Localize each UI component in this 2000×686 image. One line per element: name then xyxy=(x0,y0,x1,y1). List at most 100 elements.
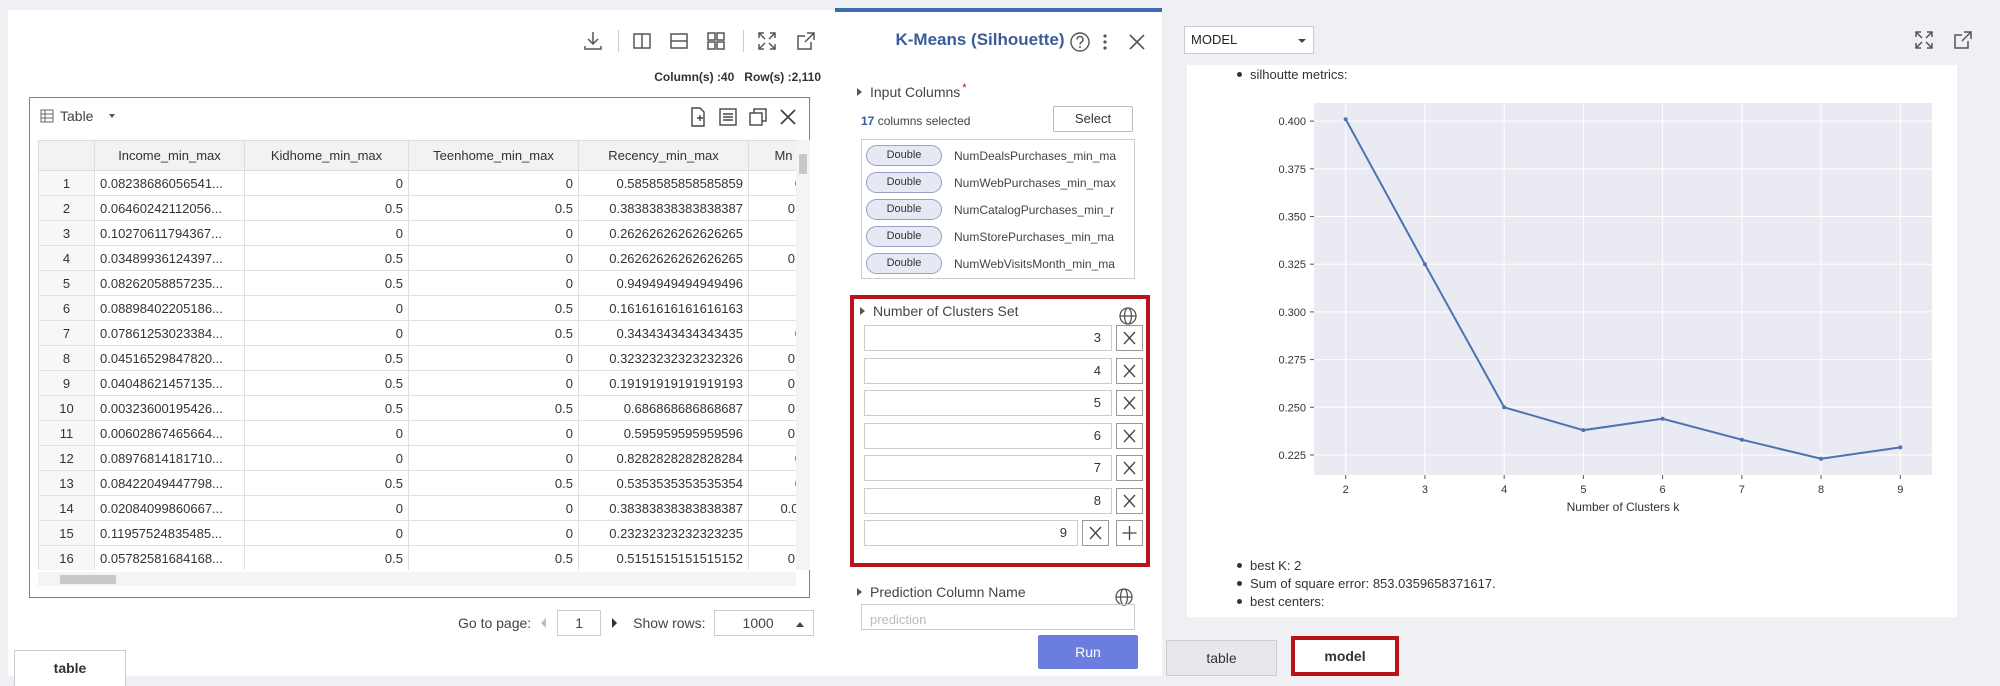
table-cell: 0 xyxy=(408,220,579,246)
select-columns-button[interactable]: Select xyxy=(1053,106,1133,132)
list-item[interactable]: Double NumStorePurchases_min_ma xyxy=(862,223,1134,250)
cluster-value-input[interactable]: 5 xyxy=(864,390,1112,416)
input-columns-section[interactable]: Input Columns * xyxy=(857,82,967,100)
list-item[interactable]: Double NumDealsPurchases_min_ma xyxy=(862,142,1134,169)
grid-icon[interactable] xyxy=(703,28,729,54)
column-header[interactable]: Mn xyxy=(748,140,796,171)
cluster-value-input[interactable]: 4 xyxy=(864,357,1112,384)
table-cell: 0.02084099860667... xyxy=(94,495,245,521)
prev-page-icon[interactable] xyxy=(539,617,549,629)
table-row[interactable]: 9 0.04048621457135... 0.5 0 0.19191919191919… xyxy=(38,370,796,396)
remove-value-button[interactable] xyxy=(1116,487,1143,514)
column-header[interactable]: Recency_min_max xyxy=(578,140,749,171)
row-number-header[interactable] xyxy=(38,140,95,171)
column-header[interactable]: Teenhome_min_max xyxy=(408,140,579,171)
copy-icon[interactable] xyxy=(747,106,769,128)
clusters-header[interactable]: Number of Clusters Set xyxy=(860,303,1019,319)
remove-value-button[interactable] xyxy=(1116,422,1143,449)
run-button[interactable]: Run xyxy=(1038,635,1138,669)
table-row[interactable]: 4 0.03489936124397... 0.5 0 0.26262626262626… xyxy=(38,245,796,271)
remove-value-button[interactable] xyxy=(1082,520,1109,546)
table-view-dropdown[interactable]: Table xyxy=(40,108,117,124)
table-row[interactable]: 5 0.08262058857235... 0.5 0 0.94949494949494… xyxy=(38,270,796,296)
caret-right-icon xyxy=(860,307,865,315)
popout-icon[interactable] xyxy=(1950,27,1976,53)
horizontal-scrollbar[interactable] xyxy=(38,572,796,586)
remove-value-button[interactable] xyxy=(1116,325,1143,351)
tab-table[interactable]: table xyxy=(1166,640,1277,676)
table-row[interactable]: 12 0.08976814181710... 0 0 0.828282828282828… xyxy=(38,445,796,471)
expand-icon[interactable] xyxy=(754,28,780,54)
table-row[interactable]: 15 0.11957524835485... 0 0 0.232323232323232… xyxy=(38,520,796,546)
remove-value-button[interactable] xyxy=(1116,455,1143,481)
table-row[interactable]: 10 0.00323600195426... 0.5 0.5 0.68686868686… xyxy=(38,395,796,421)
table-cell: 0.3434343434343435 xyxy=(578,320,749,346)
table-cell: 0.08238686056541... xyxy=(94,170,245,196)
prediction-column-input[interactable]: prediction xyxy=(861,604,1135,630)
column-header[interactable]: Income_min_max xyxy=(94,140,245,171)
next-page-icon[interactable] xyxy=(609,617,619,629)
add-value-button[interactable] xyxy=(1116,520,1143,546)
column-header[interactable]: Kidhome_min_max xyxy=(244,140,409,171)
x-tick-label: 7 xyxy=(1739,484,1745,496)
close-panel-icon[interactable] xyxy=(1127,32,1147,52)
table-cell: 0.5 xyxy=(408,195,579,221)
table-cell: 0.1 xyxy=(748,445,796,471)
globe-icon[interactable] xyxy=(1118,306,1138,326)
table-cell: 0.5 xyxy=(244,545,409,570)
tab-model[interactable]: model xyxy=(1291,636,1399,676)
close-icon xyxy=(1123,331,1136,345)
table-row[interactable]: 13 0.08422049447798... 0.5 0.5 0.53535353535… xyxy=(38,470,796,496)
page-number-input[interactable]: 1 xyxy=(557,610,602,636)
remove-value-button[interactable] xyxy=(1116,390,1143,416)
close-icon[interactable] xyxy=(777,106,799,128)
rows-per-page-select[interactable]: 1000 xyxy=(713,610,814,636)
remove-value-button[interactable] xyxy=(1116,357,1143,384)
table-cell: 0.5 xyxy=(244,245,409,271)
table-cell: 0 xyxy=(244,420,409,446)
list-item[interactable]: Double NumWebVisitsMonth_min_ma xyxy=(862,250,1134,277)
data-grid: Income_min_max Kidhome_min_max Teenhome_mi… xyxy=(38,140,796,570)
data-point xyxy=(1581,428,1586,433)
row-count: Row(s) :2,110 xyxy=(744,70,821,84)
split-rows-icon[interactable] xyxy=(666,28,692,54)
table-row[interactable]: 8 0.04516529847820... 0.5 0 0.32323232323232… xyxy=(38,345,796,371)
cluster-value-input[interactable]: 9 xyxy=(864,520,1078,546)
y-tick-label: 0.250 xyxy=(1278,402,1306,414)
table-row[interactable]: 3 0.10270611794367... 0 0 0.2626262626262626… xyxy=(38,220,796,246)
chevron-down-icon xyxy=(109,114,116,118)
table-row[interactable]: 16 0.05782581684168... 0.5 0.5 0.51515151515… xyxy=(38,545,796,570)
close-icon xyxy=(1089,526,1102,540)
prediction-column-section[interactable]: Prediction Column Name xyxy=(857,584,1026,600)
table-row[interactable]: 14 0.02084099860667... 0 0 0.383838383838383… xyxy=(38,495,796,521)
new-document-icon[interactable] xyxy=(687,106,709,128)
more-options-icon[interactable] xyxy=(1099,31,1111,53)
table-settings-icon[interactable] xyxy=(717,106,739,128)
download-icon[interactable] xyxy=(580,28,606,54)
table-row[interactable]: 6 0.08898402205186... 0 0.5 0.16161616161616… xyxy=(38,295,796,321)
cluster-value-input[interactable]: 6 xyxy=(864,422,1112,449)
split-columns-icon[interactable] xyxy=(629,28,655,54)
help-icon[interactable] xyxy=(1069,31,1091,53)
expand-icon[interactable] xyxy=(1911,27,1937,53)
table-cell: 0.05782581684168... xyxy=(94,545,245,570)
list-item[interactable]: Double NumWebPurchases_min_max xyxy=(862,169,1134,196)
popout-icon[interactable] xyxy=(793,28,819,54)
vertical-scrollbar[interactable] xyxy=(796,140,810,570)
model-select[interactable]: MODEL xyxy=(1184,26,1314,54)
table-row[interactable]: 2 0.06460242112056... 0.5 0.5 0.383838383838… xyxy=(38,195,796,221)
row-number: 5 xyxy=(38,270,95,296)
required-mark: * xyxy=(962,82,967,94)
table-row[interactable]: 7 0.07861253023384... 0 0.5 0.34343434343434… xyxy=(38,320,796,346)
tab-table[interactable]: table xyxy=(14,650,126,686)
data-point xyxy=(1739,437,1744,442)
cluster-value-input[interactable]: 8 xyxy=(864,487,1112,514)
chevron-up-icon xyxy=(795,622,804,627)
column-name: NumWebPurchases_min_max xyxy=(954,175,1116,190)
table-cell: 0.00602867465664... xyxy=(94,420,245,446)
cluster-value-input[interactable]: 3 xyxy=(864,325,1112,351)
list-item[interactable]: Double NumCatalogPurchases_min_r xyxy=(862,196,1134,223)
table-row[interactable]: 1 0.08238686056541... 0 0 0.5858585858585859… xyxy=(38,170,796,196)
table-row[interactable]: 11 0.00602867465664... 0 0 0.595959595959596… xyxy=(38,420,796,446)
cluster-value-input[interactable]: 7 xyxy=(864,455,1112,481)
